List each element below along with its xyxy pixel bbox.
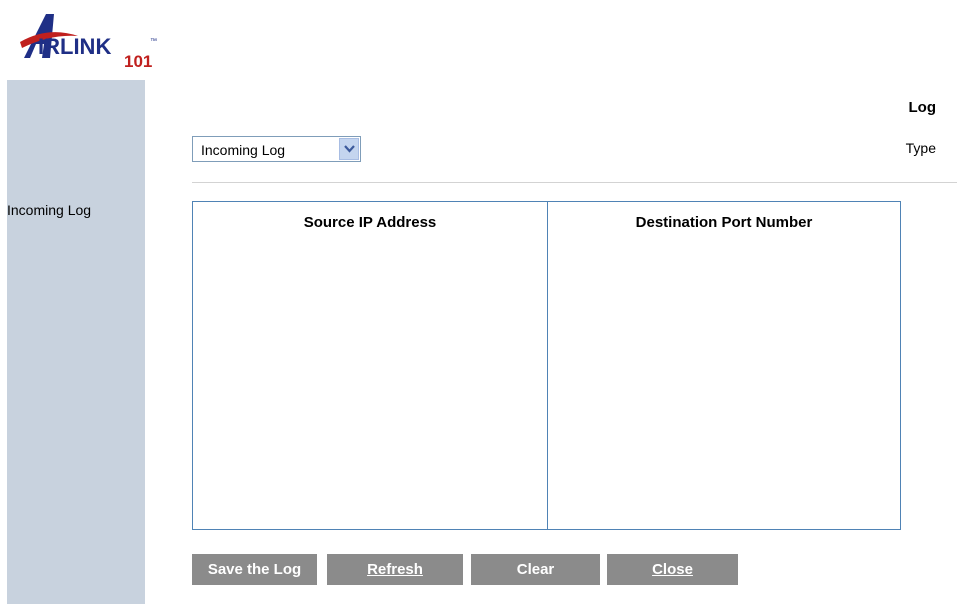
header-destination-port: Destination Port Number xyxy=(635,214,813,231)
logo-number: 101 xyxy=(124,52,153,71)
clear-button[interactable]: Clear xyxy=(471,554,600,585)
dropdown-button[interactable] xyxy=(339,138,359,160)
log-type-selected: Incoming Log xyxy=(201,142,286,158)
save-log-button[interactable]: Save the Log xyxy=(192,554,317,585)
incoming-log-label: Incoming Log xyxy=(7,202,92,218)
refresh-button[interactable]: Refresh xyxy=(327,554,463,585)
sidebar xyxy=(7,80,145,604)
logo-wordmark: IRLINK xyxy=(38,34,112,59)
chevron-down-icon xyxy=(344,145,355,153)
close-button[interactable]: Close xyxy=(607,554,738,585)
logo-trademark: ™ xyxy=(150,38,157,45)
header-source-ip: Source IP Address xyxy=(303,214,437,231)
log-type-select[interactable]: Incoming Log xyxy=(192,136,361,162)
divider xyxy=(192,182,957,183)
page-title: Log xyxy=(908,99,937,116)
column-divider xyxy=(547,202,548,529)
type-label: Type xyxy=(905,140,936,156)
incoming-log-table: Source IP Address Destination Port Numbe… xyxy=(192,201,901,530)
